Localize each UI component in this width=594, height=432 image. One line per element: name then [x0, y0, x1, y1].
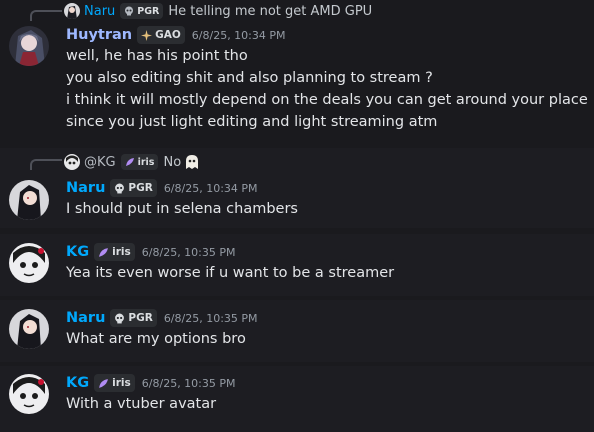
ghost-emoji-icon — [186, 155, 199, 169]
skull-icon — [115, 313, 125, 323]
timestamp[interactable]: 6/8/25, 10:35 PM — [142, 377, 236, 390]
avatar-huytran[interactable] — [9, 26, 49, 66]
avatar-naru[interactable] — [9, 309, 49, 349]
username[interactable]: Huytran — [66, 27, 132, 43]
feather-icon — [125, 158, 134, 166]
guild-tag[interactable]: PGR — [110, 179, 157, 197]
reply-text[interactable]: No — [163, 155, 181, 170]
reply-author[interactable]: Naru — [84, 4, 115, 19]
timestamp[interactable]: 6/8/25, 10:35 PM — [142, 246, 236, 259]
guild-tag[interactable]: PGR — [110, 309, 157, 327]
timestamp[interactable]: 6/8/25, 10:34 PM — [192, 29, 286, 42]
username[interactable]: Naru — [66, 310, 105, 326]
message-header: KG iris 6/8/25, 10:35 PM — [66, 243, 236, 261]
message-line: With a vtuber avatar — [66, 396, 217, 412]
message-header: Naru PGR 6/8/25, 10:35 PM — [66, 309, 258, 327]
reply-guild-tag[interactable]: iris — [120, 154, 159, 170]
feather-icon — [99, 378, 109, 388]
guild-tag[interactable]: GAO — [137, 26, 185, 44]
message-line: i think it will mostly depend on the dea… — [66, 92, 588, 108]
reply-author[interactable]: @KG — [84, 155, 116, 170]
reply-preview[interactable]: @KG iris No — [64, 154, 200, 170]
reply-avatar-kg[interactable] — [64, 154, 80, 170]
message-line: What are my options bro — [66, 331, 246, 347]
guild-tag[interactable]: iris — [94, 243, 135, 261]
guild-tag[interactable]: iris — [94, 374, 135, 392]
message-naru-2: Naru PGR 6/8/25, 10:35 PM What are my op… — [0, 300, 594, 362]
message-huytran: Naru PGR He telling me not get AMD GPU H… — [0, 0, 594, 140]
message-kg-1: KG iris 6/8/25, 10:35 PM Yea its even wo… — [0, 234, 594, 296]
message-kg-2: KG iris 6/8/25, 10:35 PM With a vtuber a… — [0, 366, 594, 432]
sparkle-icon — [141, 29, 153, 41]
message-header: KG iris 6/8/25, 10:35 PM — [66, 374, 236, 392]
message-line: I should put in selena chambers — [66, 201, 298, 217]
timestamp[interactable]: 6/8/25, 10:35 PM — [164, 312, 258, 325]
reply-spine — [30, 10, 62, 21]
avatar-kg[interactable] — [9, 374, 49, 414]
reply-spine — [30, 159, 62, 170]
reply-text[interactable]: He telling me not get AMD GPU — [168, 4, 372, 19]
feather-icon — [99, 247, 109, 257]
message-header: Naru PGR 6/8/25, 10:34 PM — [66, 179, 258, 197]
message-line: well, he has his point tho — [66, 48, 248, 64]
message-line: since you just light editing and light s… — [66, 114, 438, 130]
avatar-naru[interactable] — [9, 180, 49, 220]
username[interactable]: Naru — [66, 180, 105, 196]
reply-avatar-naru[interactable] — [64, 3, 80, 19]
message-header: Huytran GAO 6/8/25, 10:34 PM — [66, 26, 286, 44]
username[interactable]: KG — [66, 244, 89, 260]
message-naru-1: @KG iris No Naru PGR 6/8/25, 10:34 PM I … — [0, 148, 594, 228]
skull-icon — [125, 6, 134, 16]
reply-preview[interactable]: Naru PGR He telling me not get AMD GPU — [64, 3, 372, 19]
avatar-kg[interactable] — [9, 243, 49, 283]
message-line: you also editing shit and also planning … — [66, 70, 433, 86]
username[interactable]: KG — [66, 375, 89, 391]
reply-guild-tag[interactable]: PGR — [120, 3, 164, 19]
timestamp[interactable]: 6/8/25, 10:34 PM — [164, 182, 258, 195]
skull-icon — [115, 183, 125, 193]
message-line: Yea its even worse if u want to be a str… — [66, 265, 395, 281]
